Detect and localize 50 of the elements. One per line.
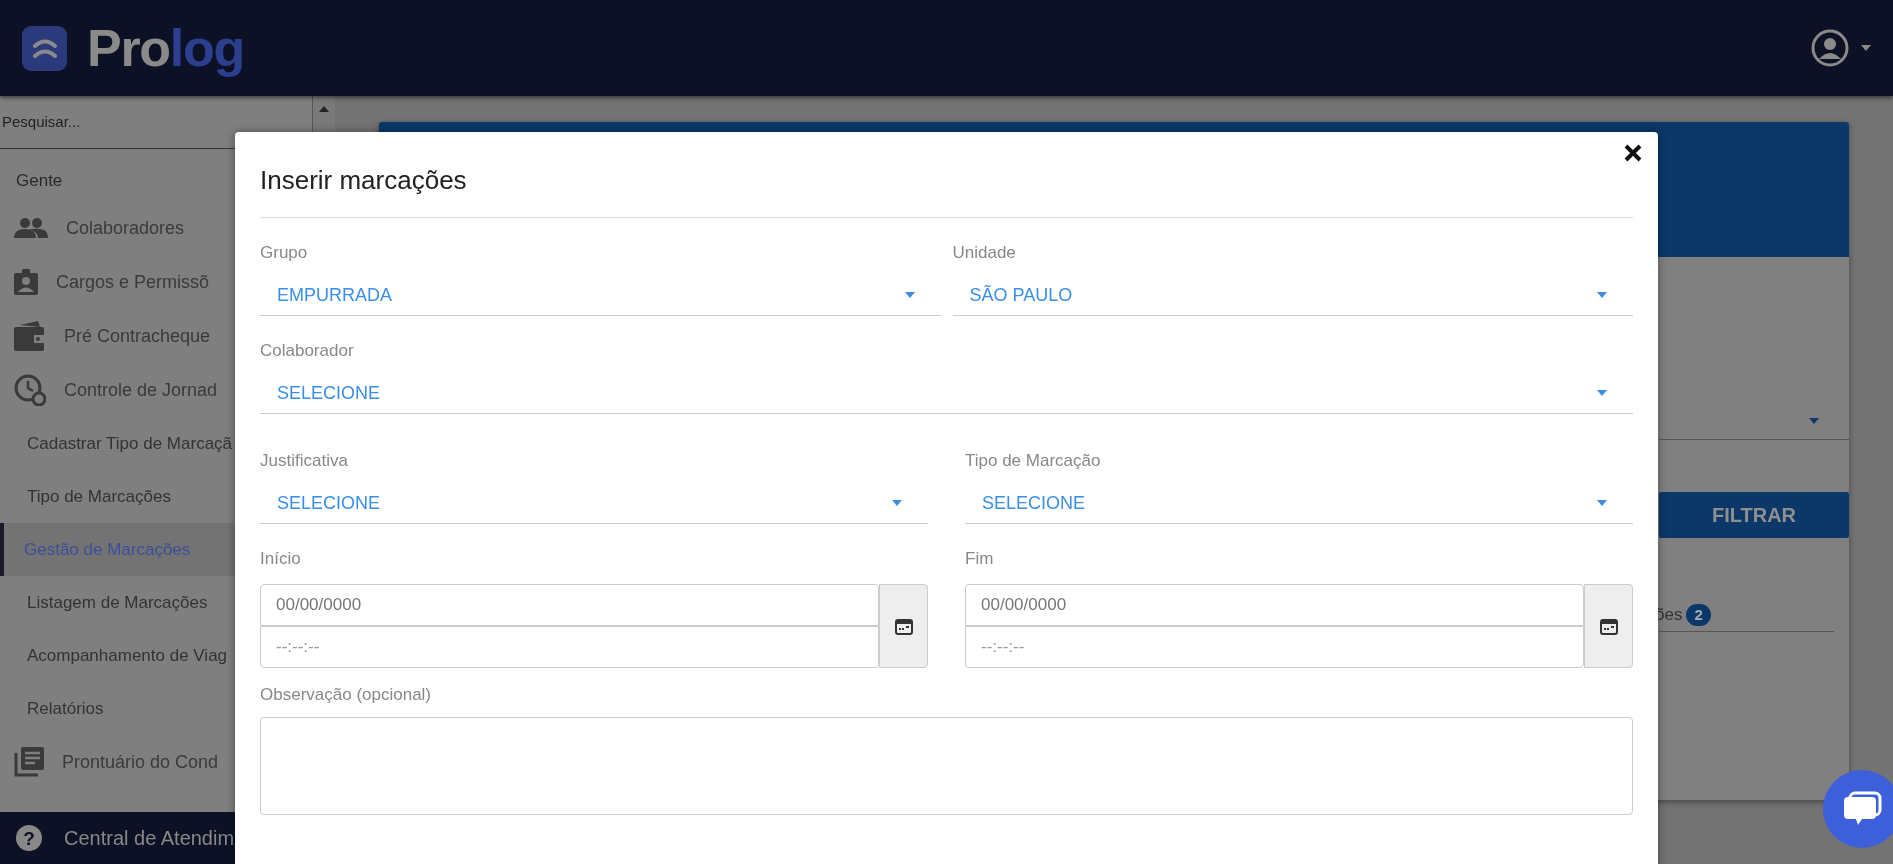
date-field[interactable]: 00/00/0000 bbox=[260, 584, 879, 626]
menu-item[interactable]: Cargos e Permissõ bbox=[56, 268, 210, 296]
select-field[interactable]: SELECIONE bbox=[965, 483, 1633, 524]
clock-icon bbox=[14, 374, 46, 406]
dialog-title: Inserir marcações bbox=[260, 167, 467, 193]
time-field[interactable]: --:--:-- bbox=[965, 626, 1584, 668]
field-label: Grupo bbox=[260, 242, 309, 262]
scroll-up-icon[interactable] bbox=[319, 106, 329, 112]
caret-icon bbox=[1597, 500, 1607, 506]
caret-icon bbox=[1597, 390, 1607, 396]
calendar-button[interactable] bbox=[1584, 584, 1633, 668]
close-icon bbox=[1624, 144, 1642, 162]
count-badge: 2 bbox=[1686, 603, 1711, 626]
caret-icon bbox=[1809, 417, 1819, 424]
select-field[interactable]: SÃO PAULO bbox=[952, 275, 1633, 316]
menu-item[interactable]: Controle de Jornad bbox=[64, 376, 218, 404]
help-center-link[interactable]: Central de Atendim bbox=[64, 823, 235, 853]
calendar-icon bbox=[1599, 617, 1618, 635]
field-label: Tipo de Marcação bbox=[965, 450, 1102, 470]
help-icon[interactable]: ? bbox=[16, 825, 42, 851]
menu-item[interactable]: Colaboradores bbox=[66, 214, 185, 242]
time-field[interactable]: --:--:-- bbox=[260, 626, 879, 668]
select-field[interactable]: EMPURRADA bbox=[260, 275, 941, 316]
caret-icon bbox=[904, 292, 915, 298]
date-field[interactable]: 00/00/0000 bbox=[965, 584, 1584, 626]
caret-icon[interactable] bbox=[1861, 45, 1871, 51]
field-label: Colaborador bbox=[260, 340, 355, 360]
caret-icon bbox=[1597, 292, 1607, 298]
logo-icon bbox=[22, 25, 67, 71]
section-heading: Gente bbox=[16, 170, 63, 193]
people-icon bbox=[14, 218, 48, 238]
calendar-button[interactable] bbox=[879, 584, 928, 668]
menu-item[interactable]: Pré Contracheque bbox=[64, 322, 211, 350]
badge-icon bbox=[14, 269, 38, 295]
caret-icon bbox=[892, 500, 902, 506]
user-avatar-icon[interactable] bbox=[1811, 29, 1849, 67]
wallet-icon bbox=[14, 321, 46, 351]
menu-item[interactable]: Prontuário do Cond bbox=[62, 748, 219, 776]
field-label: Justificativa bbox=[260, 450, 349, 470]
select-field[interactable]: SELECIONE bbox=[260, 373, 1633, 414]
field-label: Unidade bbox=[952, 242, 1017, 262]
calendar-icon bbox=[894, 617, 913, 635]
notes-field[interactable] bbox=[260, 716, 1633, 815]
field-label: Fim bbox=[965, 548, 995, 568]
document-list-icon bbox=[14, 747, 44, 777]
filter-button[interactable]: FILTRAR bbox=[1659, 492, 1849, 538]
select-field[interactable]: SELECIONE bbox=[260, 483, 928, 524]
field-label: Observação (opcional) bbox=[260, 684, 433, 706]
chat-bubble-icon bbox=[1842, 791, 1882, 827]
field-label: Início bbox=[260, 548, 302, 568]
